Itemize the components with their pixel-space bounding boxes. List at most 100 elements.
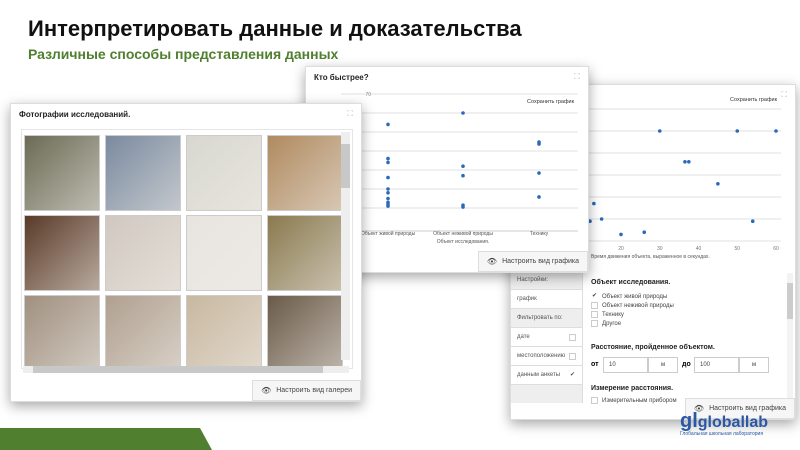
data-point bbox=[386, 160, 390, 165]
from-input[interactable]: 10 bbox=[603, 357, 648, 373]
data-point bbox=[537, 195, 541, 199]
sidebar-label: Настройки: bbox=[517, 277, 549, 283]
x-axis-label: Время движения объекта, выраженное в сек… bbox=[591, 254, 710, 260]
settings-sidebar-item[interactable]: местоположению bbox=[511, 347, 582, 366]
button-label: Настроить вид галереи bbox=[276, 387, 352, 394]
settings-scrollbar[interactable] bbox=[787, 273, 793, 401]
eye-icon: 👁 bbox=[261, 386, 272, 395]
data-point bbox=[537, 142, 541, 146]
checkbox[interactable] bbox=[591, 302, 598, 309]
checkbox[interactable]: ✔ bbox=[591, 293, 598, 300]
page-title: Интерпретировать данные и доказательства bbox=[28, 16, 522, 41]
sidebar-label: данным анкеты bbox=[517, 372, 561, 378]
option-label: Объект неживой природы bbox=[602, 302, 674, 309]
to-unit[interactable]: м bbox=[739, 357, 769, 373]
save-chart-link[interactable]: Сохранить график bbox=[527, 99, 575, 105]
data-point bbox=[461, 111, 465, 115]
photo-thumbnail[interactable] bbox=[24, 215, 100, 291]
data-point bbox=[735, 129, 740, 133]
photo-thumbnail[interactable] bbox=[267, 295, 343, 368]
expand-icon[interactable]: ⛶ bbox=[574, 72, 580, 82]
data-point bbox=[461, 173, 465, 178]
data-point bbox=[386, 191, 390, 195]
logo-text: globallab bbox=[697, 414, 769, 431]
x-tick-label: 60 bbox=[773, 246, 779, 252]
data-point bbox=[750, 219, 755, 223]
data-point bbox=[386, 122, 390, 127]
green-decor-band bbox=[0, 428, 212, 450]
option-label: Другое bbox=[602, 320, 622, 327]
data-point bbox=[687, 160, 691, 164]
x-tick-label: Технику bbox=[530, 231, 549, 237]
settings-sidebar-item[interactable]: график bbox=[511, 290, 582, 309]
option-label: Объект живой природы bbox=[602, 293, 668, 300]
x-axis-label: Объект исследования. bbox=[437, 239, 490, 245]
photo-thumbnail[interactable] bbox=[267, 215, 343, 291]
data-point bbox=[386, 187, 390, 191]
settings-sidebar-item[interactable]: данным анкеты ✔ bbox=[511, 366, 582, 385]
photo-gallery-card: Фотографии исследований. ⛶ 👁 Настроить ви… bbox=[10, 103, 362, 402]
photo-thumbnail[interactable] bbox=[24, 295, 100, 368]
data-point bbox=[619, 232, 623, 237]
photo-grid bbox=[21, 129, 353, 369]
data-point bbox=[592, 201, 596, 206]
sidebar-label: местоположению bbox=[517, 353, 566, 359]
photo-thumbnail[interactable] bbox=[186, 295, 262, 368]
vertical-scrollbar[interactable] bbox=[341, 132, 350, 360]
data-point bbox=[386, 175, 390, 180]
settings-sidebar-item: Фильтровать по: bbox=[511, 309, 582, 328]
gallery-title: Фотографии исследований. bbox=[19, 110, 131, 119]
chart-title: Кто быстрее? bbox=[314, 73, 369, 82]
eye-icon: 👁 bbox=[486, 257, 498, 266]
data-point bbox=[774, 129, 778, 133]
distance-section-title: Расстояние, пройденное объектом. bbox=[591, 344, 715, 351]
to-label: до bbox=[682, 361, 691, 368]
checkbox[interactable]: ✔ bbox=[569, 372, 576, 379]
object-option[interactable]: Объект неживой природы bbox=[591, 302, 674, 309]
object-option[interactable]: Технику bbox=[591, 311, 624, 318]
photo-thumbnail[interactable] bbox=[186, 135, 262, 211]
save-chart-link[interactable]: Сохранить график bbox=[730, 97, 778, 103]
data-point bbox=[657, 129, 662, 133]
data-point bbox=[537, 171, 541, 175]
data-point bbox=[386, 156, 390, 161]
from-unit[interactable]: м bbox=[648, 357, 678, 373]
to-input[interactable]: 100 bbox=[694, 357, 739, 373]
x-tick-label: Объект неживой природы bbox=[433, 230, 493, 237]
object-option[interactable]: Другое bbox=[591, 320, 621, 327]
page-subtitle: Различные способы представления данных bbox=[28, 46, 339, 62]
sidebar-label: Фильтровать по: bbox=[517, 315, 563, 321]
data-point bbox=[642, 230, 647, 234]
photo-thumbnail[interactable] bbox=[105, 295, 181, 368]
data-point bbox=[599, 217, 604, 221]
checkbox[interactable] bbox=[569, 334, 576, 341]
photo-thumbnail[interactable] bbox=[105, 135, 181, 211]
photo-thumbnail[interactable] bbox=[186, 215, 262, 291]
horizontal-scrollbar[interactable] bbox=[23, 366, 349, 373]
photo-thumbnail[interactable] bbox=[24, 135, 100, 211]
data-point bbox=[386, 204, 390, 208]
option-label: Технику bbox=[602, 311, 624, 318]
measure-option[interactable]: Измерительным прибором bbox=[591, 397, 677, 404]
measure-section-title: Измерение расстояния. bbox=[591, 385, 674, 392]
settings-sidebar-item: Настройки: bbox=[511, 271, 582, 290]
button-label: Настроить вид графика bbox=[502, 258, 579, 265]
globallab-logo: glgloballab Глобальная школьная лаборатор… bbox=[680, 410, 769, 437]
data-point bbox=[386, 196, 390, 201]
x-tick-label: 30 bbox=[657, 246, 663, 252]
object-option[interactable]: ✔ Объект живой природы bbox=[591, 293, 667, 300]
x-tick-label: 50 bbox=[734, 246, 740, 252]
checkbox[interactable] bbox=[591, 320, 598, 327]
photo-thumbnail[interactable] bbox=[267, 135, 343, 211]
checkbox[interactable] bbox=[569, 353, 576, 360]
expand-icon[interactable]: ⛶ bbox=[347, 109, 353, 119]
from-label: от bbox=[591, 361, 599, 368]
configure-chart-button[interactable]: 👁 Настроить вид графика bbox=[477, 251, 588, 272]
settings-sidebar-item[interactable]: дате bbox=[511, 328, 582, 347]
expand-icon[interactable]: ⛶ bbox=[781, 90, 787, 100]
checkbox[interactable] bbox=[591, 311, 598, 318]
photo-thumbnail[interactable] bbox=[105, 215, 181, 291]
configure-gallery-button[interactable]: 👁 Настроить вид галереи bbox=[252, 380, 361, 401]
x-tick-label: 20 bbox=[618, 246, 624, 252]
logo-tagline: Глобальная школьная лаборатория bbox=[680, 431, 764, 437]
